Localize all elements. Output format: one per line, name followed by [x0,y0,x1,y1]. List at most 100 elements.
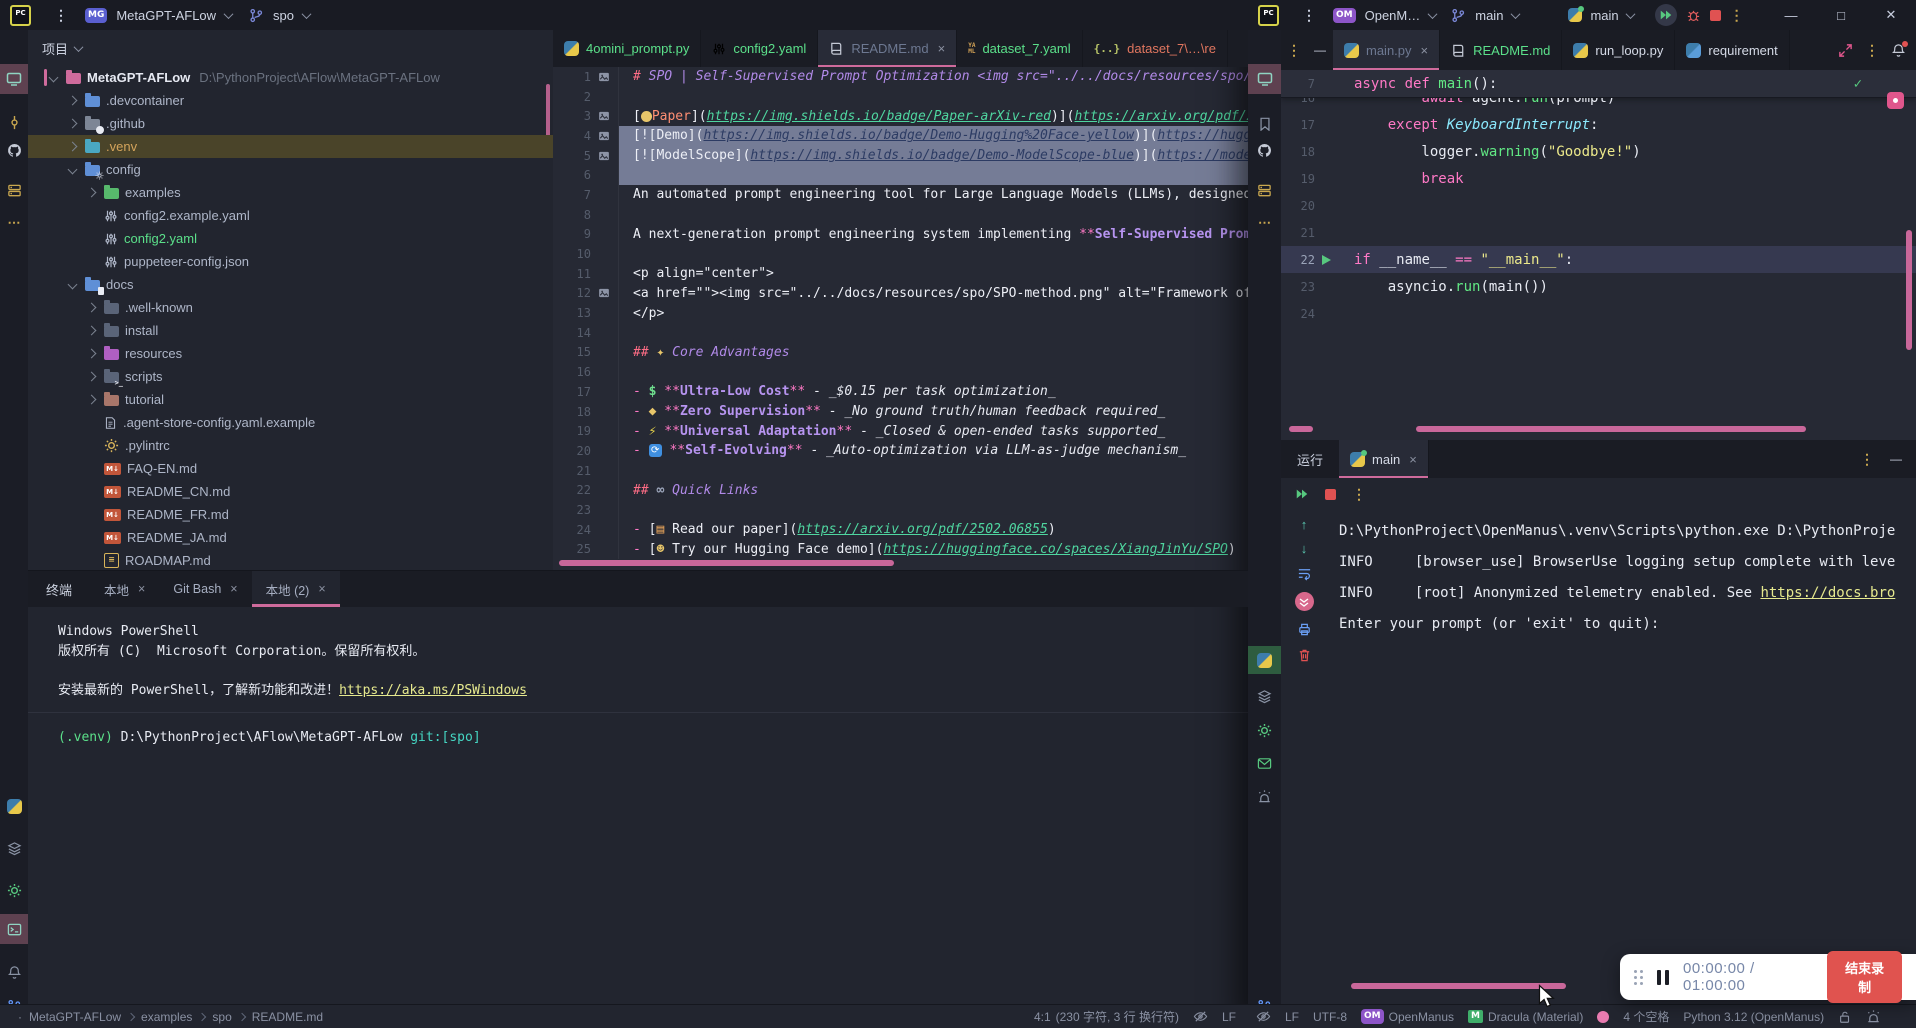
project-selector[interactable]: MetaGPT-AFLow [116,8,216,23]
debug-icon[interactable] [1686,8,1701,23]
tree-item[interactable]: ≡ ROADMAP.md [28,549,553,570]
tab-readme-md[interactable]: README.md × [818,30,958,67]
breadcrumb-item[interactable]: examples [141,1010,192,1024]
chevron-down-icon[interactable] [67,279,78,290]
close-icon[interactable]: × [230,582,237,596]
horizontal-scrollbar[interactable] [1416,426,1806,432]
chevron-right-icon[interactable] [67,118,78,129]
commit-button[interactable] [0,108,28,136]
arrow-down-icon[interactable]: ↓ [1301,542,1308,555]
terminal-tab[interactable]: Git Bash × [159,571,251,607]
terminal-panel-title[interactable]: 终端 [28,571,90,607]
breadcrumb-item[interactable]: spo [212,1010,231,1024]
console-menu-icon[interactable]: ⋮ [1352,487,1366,501]
notifications-button[interactable] [0,958,28,986]
horizontal-scrollbar-stub[interactable] [1289,426,1313,432]
scroll-end-icon[interactable] [1294,592,1314,611]
rerun-icon[interactable] [1295,487,1309,501]
python-interpreter[interactable]: Python 3.12 (OpenManus) [1683,1010,1824,1024]
lock-icon[interactable] [1838,1010,1852,1024]
console-scrollbar[interactable] [1351,983,1566,989]
tree-item[interactable]: .venv [28,135,553,158]
eye-off-icon[interactable] [1256,1009,1271,1024]
tab-dataset-7-re[interactable]: {..} dataset_7\…\re [1083,30,1228,67]
tab-requirement[interactable]: requirement [1675,30,1790,70]
problems-button[interactable] [1248,782,1281,810]
tree-item[interactable]: .github [28,112,553,135]
chevron-right-icon[interactable] [86,187,97,198]
tree-item[interactable]: >_ scripts [28,365,553,388]
stop-button[interactable] [1709,9,1721,21]
project-button[interactable] [0,64,28,94]
tab-dataset-7-yaml[interactable]: YA ML dataset_7.yaml [957,30,1083,67]
soft-wrap-icon[interactable] [1297,566,1312,581]
tree-item[interactable]: config2.example.yaml [28,204,553,227]
close-button[interactable]: ✕ [1880,7,1902,23]
terminal-tab[interactable]: 本地 × [90,571,159,607]
tree-item[interactable]: .devcontainer [28,89,553,112]
tree-item[interactable]: M↓ README_FR.md [28,503,553,526]
notification-badge[interactable] [1887,92,1904,109]
expand-icon[interactable] [1838,43,1853,58]
chevron-right-icon[interactable] [86,302,97,313]
run-more-icon[interactable]: ⋮ [1730,8,1744,22]
theme-widget[interactable]: M Dracula (Material) [1468,1010,1583,1024]
database-button[interactable] [0,176,28,204]
chevron-right-icon[interactable] [86,325,97,336]
settings-sync-button[interactable] [0,876,28,904]
tree-item[interactable]: examples [28,181,553,204]
python-packages-button[interactable] [1248,646,1281,674]
project-widget[interactable]: OM OpenManus [1361,1009,1454,1024]
tree-item[interactable]: install [28,319,553,342]
terminal-button[interactable] [0,914,28,944]
chevron-right-icon[interactable] [86,371,97,382]
editor-left[interactable]: 1 # SPO | Self-Supervised Prompt Optimiza… [553,67,1248,570]
tree-item[interactable]: tutorial [28,388,553,411]
tree-item[interactable]: .well-known [28,296,553,319]
project-panel-header[interactable]: 项目 [28,30,553,66]
editor-right[interactable]: 7async def main():✓16 await agent.run(pr… [1281,70,1916,440]
close-icon[interactable]: × [1409,452,1417,467]
minimize-button[interactable]: — [1780,8,1802,23]
branch-selector[interactable]: spo [273,8,294,23]
tab-run-loop-py[interactable]: run_loop.py [1562,30,1676,70]
indent-setting[interactable]: 4 个空格 [1623,1008,1669,1025]
line-ending[interactable]: LF [1222,1010,1236,1024]
main-menu-icon[interactable]: ⋮ [54,8,68,22]
database-button[interactable] [1248,176,1281,204]
tab-list-icon[interactable]: ⋮ [1865,43,1879,57]
vertical-scrollbar[interactable] [1906,230,1912,350]
tree-item[interactable]: config [28,158,553,181]
github-button[interactable] [0,136,28,164]
run-all-button[interactable] [1654,4,1677,26]
tab-main-py[interactable]: main.py × [1333,30,1441,70]
tool-menu-icon[interactable]: ⋮ [1281,30,1307,70]
horizontal-scrollbar[interactable] [559,560,894,566]
run-tab[interactable]: main × [1339,440,1429,478]
line-ending[interactable]: LF [1285,1010,1299,1024]
alarm-icon[interactable] [1866,1009,1881,1024]
stop-icon[interactable] [1325,488,1336,500]
tree-item[interactable]: M↓ README_JA.md [28,526,553,549]
project-button[interactable] [1248,64,1281,94]
tab-4omini-prompt-py[interactable]: 4omini_prompt.py [553,30,702,67]
services-button[interactable] [1248,682,1281,710]
settings-sync-button[interactable] [1248,716,1281,744]
project-selector[interactable]: OpenM… [1365,8,1421,23]
more-button[interactable]: ⋯ [0,208,28,236]
main-menu-icon[interactable]: ⋮ [1302,8,1316,22]
run-panel-title[interactable]: 运行 [1281,440,1339,478]
tree-item[interactable]: .pylintrc [28,434,553,457]
eye-off-icon[interactable] [1193,1009,1208,1024]
mail-button[interactable] [1248,749,1281,777]
close-icon[interactable]: × [138,582,145,596]
run-console[interactable]: ↑ ↓ D:\PythonProject\OpenManus\.venv\Scri… [1281,510,1916,1005]
tab-config2-yaml[interactable]: config2.yaml [701,30,819,67]
chevron-right-icon[interactable] [67,141,78,152]
github-button[interactable] [1248,136,1281,164]
tree-item[interactable]: M↓ README_CN.md [28,480,553,503]
terminal-tab[interactable]: 本地 (2) × [251,571,340,607]
pause-icon[interactable] [1657,969,1669,985]
chevron-right-icon[interactable] [86,348,97,359]
run-config-selector[interactable]: main [1590,8,1618,23]
